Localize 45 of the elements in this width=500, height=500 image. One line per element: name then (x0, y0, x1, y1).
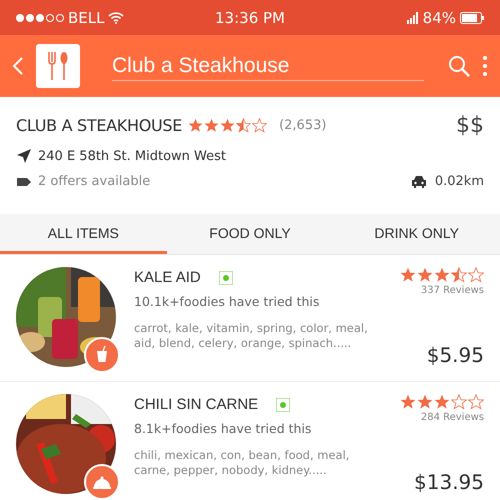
item-tags: chili, mexican, con, bean, food, meal, carne, pepper, nobody, kidney..... (134, 448, 382, 478)
back-icon[interactable] (12, 56, 24, 76)
clock-time: 13:36 PM (215, 8, 285, 26)
half-star-icon (236, 118, 252, 133)
empty-star-icon (468, 267, 484, 283)
carrier-name: BELL (68, 8, 104, 26)
navigation-arrow-icon (16, 148, 32, 164)
star-icon (204, 118, 220, 133)
tried-count: 8.1k+foodies have tried this (134, 421, 312, 436)
tab[interactable]: DRINK ONLY (333, 214, 500, 254)
star-icon (400, 267, 416, 283)
address-text: 240 E 58th St. Midtown West (38, 148, 226, 164)
item-name: KALE AID (134, 269, 201, 286)
item-name: CHILI SIN CARNE (134, 396, 258, 413)
distance-text: 0.02km (434, 174, 484, 189)
star-icon (188, 118, 204, 133)
offers-text[interactable]: 2 offers available (38, 174, 150, 189)
search-icon[interactable] (448, 55, 470, 77)
review-count: (2,653) (279, 118, 326, 133)
item-price: $5.95 (426, 343, 484, 367)
signal-bars-icon (406, 12, 419, 24)
price-level: $$ (456, 113, 484, 138)
review-count: 337 Reviews (420, 285, 484, 296)
star-icon (417, 267, 433, 283)
battery-icon (460, 12, 484, 24)
tried-count: 10.1k+foodies have tried this (134, 294, 320, 309)
wifi-icon (108, 11, 124, 24)
tab[interactable]: FOOD ONLY (166, 214, 334, 254)
star-icon (434, 394, 450, 410)
item-price: $13.95 (414, 470, 484, 494)
star-icon (400, 394, 416, 410)
empty-star-icon (468, 394, 484, 410)
review-count: 284 Reviews (420, 412, 484, 423)
signal-dots-icon (16, 14, 64, 22)
restaurant-name: CLUB A STEAKHOUSE (16, 116, 182, 135)
item-tags: carrot, kale, vitamin, spring, color, meal, aid, blend, celery, orange, spinach..... (134, 321, 382, 351)
fork-spoon-icon (47, 51, 69, 81)
tab[interactable]: ALL ITEMS (0, 214, 167, 254)
more-options-icon[interactable] (482, 55, 488, 77)
tag-icon (16, 176, 32, 188)
star-icon (417, 394, 433, 410)
battery-percent: 84% (422, 8, 456, 26)
empty-star-icon (252, 118, 268, 133)
car-icon (410, 175, 427, 188)
half-star-icon (451, 267, 467, 283)
